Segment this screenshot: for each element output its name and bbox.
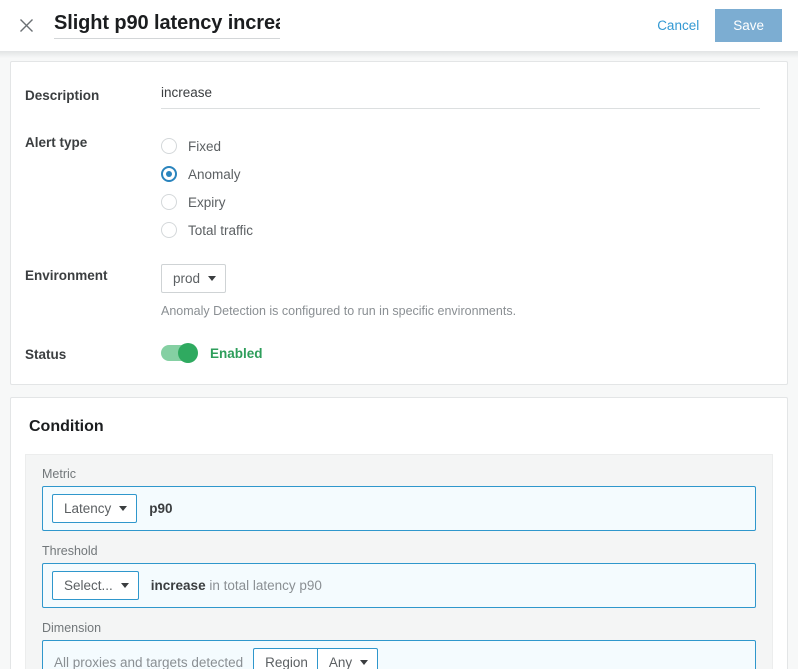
status-row: Status Enabled xyxy=(25,343,773,364)
dimension-value-label: Any xyxy=(329,655,352,669)
description-label: Description xyxy=(25,84,161,105)
dimension-lead-text: All proxies and targets detected xyxy=(54,655,243,669)
alert-type-row: Alert type Fixed Anomaly Expiry xyxy=(25,131,773,244)
radio-option-expiry[interactable]: Expiry xyxy=(161,188,773,216)
environment-label: Environment xyxy=(25,264,161,285)
metric-dropdown[interactable]: Latency xyxy=(52,494,137,523)
description-input[interactable] xyxy=(161,85,760,100)
condition-panel: Metric Latency p90 Threshold Select... xyxy=(25,454,773,669)
radio-label-expiry: Expiry xyxy=(188,195,226,210)
condition-card: Condition Metric Latency p90 Threshold xyxy=(10,397,788,669)
metric-expression-box[interactable]: Latency p90 xyxy=(42,486,756,531)
environment-row: Environment prod Anomaly Detection is co… xyxy=(25,264,773,319)
description-row: Description xyxy=(25,84,773,109)
chevron-down-icon xyxy=(208,276,216,281)
metric-expression-value: p90 xyxy=(149,501,172,516)
toggle-knob xyxy=(178,343,198,363)
threshold-block: Threshold Select... increase in total la… xyxy=(42,544,756,608)
radio-icon-total-traffic xyxy=(161,222,177,238)
status-label: Status xyxy=(25,343,161,364)
threshold-expression-rest: in total latency p90 xyxy=(206,578,322,593)
dimension-field-button[interactable]: Region xyxy=(253,648,317,669)
dimension-button-group: Region Any xyxy=(253,648,378,669)
radio-icon-expiry xyxy=(161,194,177,210)
radio-label-fixed: Fixed xyxy=(188,139,221,154)
metric-block: Metric Latency p90 xyxy=(42,467,756,531)
condition-title: Condition xyxy=(29,418,773,436)
status-toggle[interactable] xyxy=(161,345,197,361)
radio-option-fixed[interactable]: Fixed xyxy=(161,132,773,160)
alert-title-input[interactable] xyxy=(54,12,280,35)
threshold-expression-text: increase in total latency p90 xyxy=(151,578,322,593)
cancel-button[interactable]: Cancel xyxy=(657,18,699,33)
dimension-expression-box[interactable]: All proxies and targets detected Region … xyxy=(42,640,756,669)
environment-dropdown[interactable]: prod xyxy=(161,264,226,293)
save-button[interactable]: Save xyxy=(715,9,782,42)
threshold-dropdown[interactable]: Select... xyxy=(52,571,139,600)
alert-title-field[interactable] xyxy=(54,12,280,39)
threshold-dropdown-value: Select... xyxy=(64,578,113,593)
environment-dropdown-value: prod xyxy=(173,271,200,286)
threshold-label: Threshold xyxy=(42,544,756,558)
radio-option-anomaly[interactable]: Anomaly xyxy=(161,160,773,188)
dialog-body: Description Alert type Fixed Anomaly xyxy=(0,51,798,669)
metric-dropdown-value: Latency xyxy=(64,501,111,516)
chevron-down-icon xyxy=(119,506,127,511)
status-state-label: Enabled xyxy=(210,346,263,361)
chevron-down-icon xyxy=(360,660,368,665)
radio-option-total-traffic[interactable]: Total traffic xyxy=(161,216,773,244)
settings-card: Description Alert type Fixed Anomaly xyxy=(10,61,788,385)
radio-label-total-traffic: Total traffic xyxy=(188,223,253,238)
radio-label-anomaly: Anomaly xyxy=(188,167,241,182)
status-toggle-wrap: Enabled xyxy=(161,343,773,361)
description-field[interactable] xyxy=(161,84,760,109)
alert-type-radio-group: Fixed Anomaly Expiry Total traffic xyxy=(161,131,773,244)
close-icon[interactable] xyxy=(12,12,40,40)
radio-icon-anomaly-selected xyxy=(161,166,177,182)
dimension-field-value: Region xyxy=(265,655,308,669)
dimension-block: Dimension All proxies and targets detect… xyxy=(42,621,756,669)
alert-type-label: Alert type xyxy=(25,131,161,152)
dimension-value-dropdown[interactable]: Any xyxy=(317,648,378,669)
metric-expression-text: p90 xyxy=(149,501,172,516)
metric-label: Metric xyxy=(42,467,756,481)
dialog-header: Cancel Save xyxy=(0,0,798,51)
radio-icon-fixed xyxy=(161,138,177,154)
threshold-expression-bold: increase xyxy=(151,578,206,593)
threshold-expression-box[interactable]: Select... increase in total latency p90 xyxy=(42,563,756,608)
environment-helper-text: Anomaly Detection is configured to run i… xyxy=(161,303,773,319)
dimension-label: Dimension xyxy=(42,621,756,635)
chevron-down-icon xyxy=(121,583,129,588)
